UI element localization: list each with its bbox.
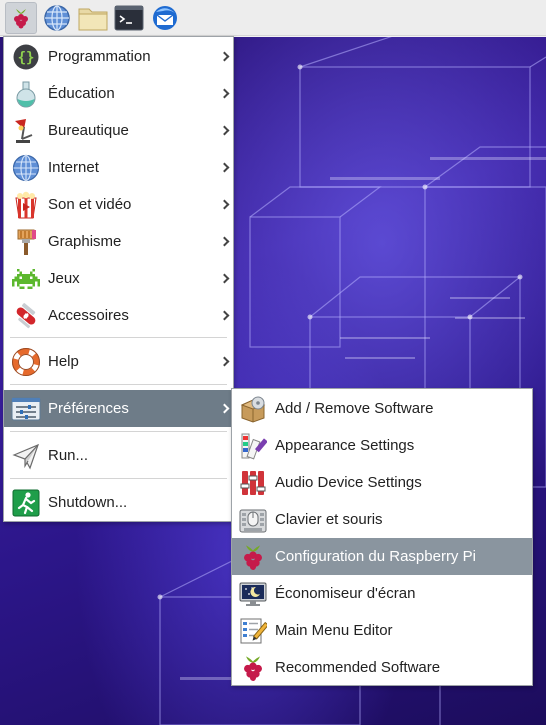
submenu-item-audio-device-settings[interactable]: Audio Device Settings — [232, 464, 532, 501]
screensaver-monitor-icon — [237, 578, 269, 610]
mail-client-icon — [153, 5, 177, 30]
submenu-item-label: Configuration du Raspberry Pi — [275, 548, 476, 565]
web-browser-button[interactable] — [41, 2, 73, 34]
menu-item-label: Programmation — [48, 48, 151, 65]
menu-item-help[interactable]: Help — [4, 343, 233, 380]
submenu-item-clavier-et-souris[interactable]: Clavier et souris — [232, 501, 532, 538]
menu-item-education[interactable]: Éducation — [4, 75, 233, 112]
submenu-item-main-menu-editor[interactable]: Main Menu Editor — [232, 612, 532, 649]
menu-item-label: Jeux — [48, 270, 80, 287]
submenu-item-label: Clavier et souris — [275, 511, 383, 528]
menu-separator — [10, 431, 227, 432]
menu-item-label: Internet — [48, 159, 99, 176]
space-invader-icon — [10, 263, 42, 295]
menu-item-label: Son et vidéo — [48, 196, 132, 213]
globe-icon — [10, 152, 42, 184]
settings-sliders-icon — [10, 393, 42, 425]
terminal-icon — [114, 5, 144, 30]
folder-icon — [78, 8, 108, 30]
exit-running-man-icon — [10, 487, 42, 519]
desk-lamp-icon — [10, 115, 42, 147]
raspberry-icon — [237, 652, 269, 684]
menu-item-label: Préférences — [48, 400, 129, 417]
menu-item-jeux[interactable]: Jeux — [4, 260, 233, 297]
color-palette-icon — [237, 430, 269, 462]
submenu-item-recommended-software[interactable]: Recommended Software — [232, 649, 532, 686]
menu-item-bureautique[interactable]: Bureautique — [4, 112, 233, 149]
chevron-right-icon — [219, 236, 230, 246]
paper-plane-icon — [10, 440, 42, 472]
taskbar — [0, 0, 546, 36]
menu-item-internet[interactable]: Internet — [4, 149, 233, 186]
menu-item-label: Bureautique — [48, 122, 129, 139]
menu-item-programmation[interactable]: {} Programmation — [4, 38, 233, 75]
menu-item-label: Shutdown... — [48, 494, 128, 511]
submenu-item-economiseur-ecran[interactable]: Économiseur d'écran — [232, 575, 532, 612]
submenu-item-label: Add / Remove Software — [275, 400, 434, 417]
menu-item-shutdown[interactable]: Shutdown... — [4, 484, 233, 521]
menu-item-preferences[interactable]: Préférences — [4, 390, 233, 427]
file-manager-button[interactable] — [77, 2, 109, 34]
menu-item-run[interactable]: Run... — [4, 437, 233, 474]
chevron-right-icon — [219, 199, 230, 209]
chevron-right-icon — [219, 273, 230, 283]
menu-item-label: Help — [48, 353, 79, 370]
menu-separator — [10, 337, 227, 338]
menu-separator — [10, 478, 227, 479]
chevron-right-icon — [219, 356, 230, 366]
submenu-item-label: Main Menu Editor — [275, 622, 393, 639]
menu-item-label: Graphisme — [48, 233, 122, 250]
main-menu: {} Programmation Éducation Bureautique I… — [3, 36, 234, 522]
swiss-knife-icon — [10, 300, 42, 332]
chevron-right-icon — [219, 310, 230, 320]
menu-item-son-et-video[interactable]: Son et vidéo — [4, 186, 233, 223]
svg-text:{}: {} — [18, 50, 35, 66]
chevron-right-icon — [219, 125, 230, 135]
lifebuoy-icon — [10, 346, 42, 378]
paintbrush-icon — [10, 226, 42, 258]
menu-editor-icon — [237, 615, 269, 647]
submenu-item-configuration-raspberry-pi[interactable]: Configuration du Raspberry Pi — [232, 538, 532, 575]
package-icon — [237, 393, 269, 425]
menu-item-label: Éducation — [48, 85, 115, 102]
flask-icon — [10, 78, 42, 110]
submenu-item-label: Appearance Settings — [275, 437, 415, 454]
chevron-right-icon — [219, 403, 230, 413]
menu-item-accessoires[interactable]: Accessoires — [4, 297, 233, 334]
menu-separator — [10, 384, 227, 385]
submenu-item-label: Économiseur d'écran — [275, 585, 416, 602]
popcorn-icon — [10, 189, 42, 221]
submenu-item-add-remove-software[interactable]: Add / Remove Software — [232, 390, 532, 427]
raspberry-icon — [14, 8, 28, 28]
raspberry-icon — [237, 541, 269, 573]
menu-item-label: Accessoires — [48, 307, 129, 324]
chevron-right-icon — [219, 88, 230, 98]
submenu-item-appearance-settings[interactable]: Appearance Settings — [232, 427, 532, 464]
preferences-submenu: Add / Remove Software Appearance Setting… — [231, 388, 533, 686]
submenu-item-label: Recommended Software — [275, 659, 441, 676]
menu-item-label: Run... — [48, 447, 89, 464]
submenu-item-label: Audio Device Settings — [275, 474, 422, 491]
menu-item-graphisme[interactable]: Graphisme — [4, 223, 233, 260]
code-braces-icon: {} — [10, 41, 42, 73]
globe-icon — [44, 4, 70, 31]
chevron-right-icon — [219, 162, 230, 172]
thunderbird-button[interactable] — [149, 2, 181, 34]
raspberry-menu-button[interactable] — [5, 1, 37, 34]
audio-sliders-icon — [237, 467, 269, 499]
chevron-right-icon — [219, 51, 230, 61]
keyboard-mouse-icon — [237, 504, 269, 536]
terminal-button[interactable] — [113, 2, 145, 34]
